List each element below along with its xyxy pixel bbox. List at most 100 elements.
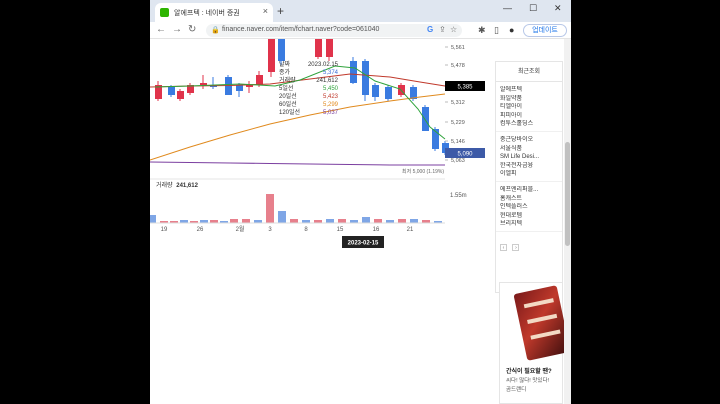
recent-stock-link[interactable]: 화일약품 [500, 95, 562, 104]
recent-views-list: 알에프텍 화일약품 티엘아이 피피아이 컴투스홀딩스중근당바이오 서울식품 SM Life … [496, 82, 562, 232]
recent-stock-link[interactable]: 이엘피 [500, 170, 562, 179]
volume-bar [230, 219, 238, 223]
recent-group: 에프엔리퍼블... 홈캐스트 인텍플러스 현대로템 브리지텍 [496, 182, 562, 232]
reload-icon[interactable]: ↻ [188, 24, 196, 35]
recent-views-panel: 최근조회 알에프텍 화일약품 티엘아이 피피아이 컴투스홀딩스중근당바이오 서울식품 SM … [495, 61, 563, 293]
recent-stock-link[interactable]: 티엘아이 [500, 103, 562, 112]
snack-advertisement[interactable]: 간식이 필요할 땐? 씨다! 많다! 맛있다! 곰드랜디 [499, 282, 571, 404]
recent-views-header: 최근조회 [496, 62, 562, 82]
volume-value: 241,612 [176, 183, 198, 189]
share-icon[interactable]: ⇪ [439, 25, 446, 34]
browser-window: 알에프텍 : 네이버 증권 × + — ☐ ✕ ← → ↻ 🔒 finance.… [150, 0, 571, 404]
candle-body [236, 85, 243, 91]
recent-stock-link[interactable]: 컴투스홀딩스 [500, 120, 562, 129]
x-tick-label: 8 [304, 227, 308, 233]
price-tick-label: 5,312 [451, 100, 465, 106]
candle-body [326, 39, 333, 57]
back-icon[interactable]: ← [156, 24, 166, 35]
extensions-icon[interactable]: ✱ [478, 25, 486, 36]
tooltip-value: 2023.02.15 [308, 62, 339, 68]
lock-icon: 🔒 [211, 27, 220, 34]
forward-icon[interactable]: → [172, 24, 182, 35]
tab-bar: 알에프텍 : 네이버 증권 × + — ☐ ✕ [150, 0, 571, 22]
recent-stock-link[interactable]: 피피아이 [500, 112, 562, 121]
profile-avatar-icon[interactable]: ● [509, 25, 514, 35]
new-tab-button[interactable]: + [277, 4, 284, 18]
x-tick-label: 16 [373, 227, 380, 233]
recent-stock-link[interactable]: 인텍플러스 [500, 203, 562, 212]
browser-tab[interactable]: 알에프텍 : 네이버 증권 × [155, 3, 273, 22]
prev-page-button[interactable]: ‹ [500, 243, 507, 251]
volume-bars-group [150, 194, 445, 224]
update-button[interactable]: 업데이트 [523, 24, 567, 37]
price-tick-label: 5,063 [451, 158, 465, 164]
page-scrollbar[interactable] [564, 39, 571, 404]
volume-bar [398, 219, 406, 223]
price-tick-label: 5,146 [451, 139, 465, 145]
candle-body [168, 87, 175, 95]
recent-stock-link[interactable]: 서울식품 [500, 145, 562, 154]
price-tick-label: 5,478 [451, 63, 465, 69]
recent-stock-link[interactable]: 중근당바이오 [500, 136, 562, 145]
low-annotation: 최저 5,000 (1.19%) [402, 168, 444, 175]
volume-bar [326, 219, 334, 223]
recent-stock-link[interactable]: 알에프텍 [500, 86, 562, 95]
tab-close-icon[interactable]: × [263, 6, 268, 16]
volume-bar [290, 219, 298, 223]
recent-stock-link[interactable]: SM Life Desi... [500, 153, 562, 162]
bookmark-star-icon[interactable]: ☆ [450, 25, 457, 34]
price-tick-label: 5,229 [451, 120, 465, 126]
recent-stock-link[interactable]: 에프엔리퍼블... [500, 186, 562, 195]
candle-body [362, 61, 369, 95]
tab-title: 알에프텍 : 네이버 증권 [174, 10, 240, 17]
minimize-icon[interactable]: — [503, 3, 512, 13]
naver-favicon-icon [160, 8, 169, 17]
price-tick-label: 5,561 [451, 45, 465, 51]
ma120-line [150, 161, 445, 166]
tooltip-label: 5일선 [279, 84, 293, 92]
close-window-icon[interactable]: ✕ [554, 3, 562, 14]
volume-bar [338, 219, 346, 223]
tooltip-label: 날짜 [279, 60, 291, 68]
candle-body [315, 39, 322, 57]
url-text[interactable]: finance.naver.com/item/fchart.naver?code… [222, 26, 379, 33]
x-tick-label: 2월 [236, 225, 245, 233]
candle-body [256, 75, 263, 85]
google-icon[interactable]: G [427, 25, 433, 34]
browser-toolbar: ← → ↻ 🔒 finance.naver.com/item/fchart.na… [150, 22, 571, 39]
tooltip-value: 241,612 [316, 78, 338, 84]
stock-chart[interactable]: 거래량 241,612 5,5615,4785,3955,3125,2295,1… [150, 39, 490, 249]
tooltip-value: 5,037 [323, 110, 339, 116]
recent-stock-link[interactable]: 현대로템 [500, 212, 562, 221]
recent-views-pager: ‹ › [496, 232, 562, 258]
chart-svg[interactable]: 거래량 241,612 5,5615,4785,3955,3125,2295,1… [150, 39, 490, 249]
ad-subline: 씨다! 많다! 맛있다! [506, 378, 550, 384]
maximize-icon[interactable]: ☐ [529, 3, 537, 14]
volume-title: 거래량 241,612 [156, 181, 199, 189]
candle-body [385, 87, 392, 99]
menu-icon[interactable]: ⋮ [568, 25, 571, 36]
ad-brand: 곰드랜디 [506, 387, 527, 393]
x-tick-label: 21 [407, 227, 414, 233]
recent-stock-link[interactable]: 홈캐스트 [500, 195, 562, 204]
recent-stock-link[interactable]: 브리지텍 [500, 220, 562, 229]
scrollbar-thumb[interactable] [565, 142, 570, 246]
volume-bar [374, 219, 382, 223]
tooltip-label: 종가 [279, 68, 291, 76]
volume-bar [150, 215, 156, 223]
candle-body [372, 85, 379, 97]
next-page-button[interactable]: › [512, 243, 520, 251]
tooltip-label: 거래량 [279, 76, 296, 84]
candles-group [155, 39, 449, 155]
side-panel-icon[interactable]: ▯ [494, 25, 499, 36]
x-axis: 19 26 2월 3 8 15 16 21 [161, 225, 414, 233]
ma60-line [150, 93, 446, 161]
address-bar[interactable]: 🔒 finance.naver.com/item/fchart.naver?co… [206, 24, 462, 37]
tooltip-value: 5,299 [323, 102, 339, 108]
candle-body [200, 83, 207, 85]
volume-axis-label: 1.55m [450, 193, 467, 199]
page-content: 거래량 241,612 5,5615,4785,3955,3125,2295,1… [150, 39, 571, 404]
tooltip-label: 120일선 [279, 108, 300, 116]
recent-stock-link[interactable]: 한국전자금융 [500, 162, 562, 171]
x-tick-label: 26 [197, 227, 204, 233]
